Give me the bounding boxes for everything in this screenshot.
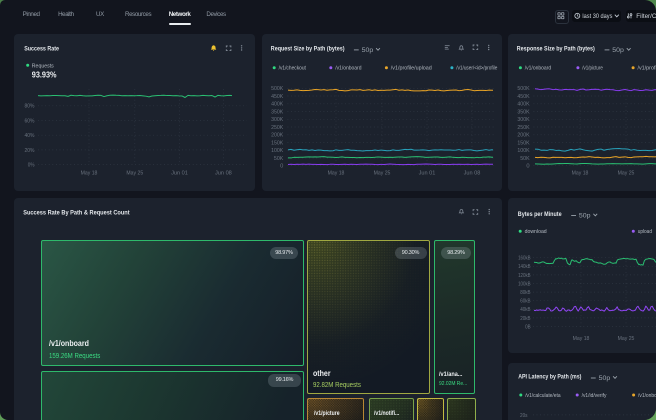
svg-text:/v1/onboard: /v1/onboard [638, 393, 656, 399]
svg-text:50p: 50p [599, 375, 611, 382]
svg-text:20s: 20s [520, 413, 528, 419]
svg-text:/v1/calculate/eta: /v1/calculate/eta [525, 393, 560, 399]
svg-text:API Latency by Path (ms): API Latency by Path (ms) [518, 373, 581, 380]
svg-text:/v1/id/verify: /v1/id/verify [582, 393, 607, 399]
